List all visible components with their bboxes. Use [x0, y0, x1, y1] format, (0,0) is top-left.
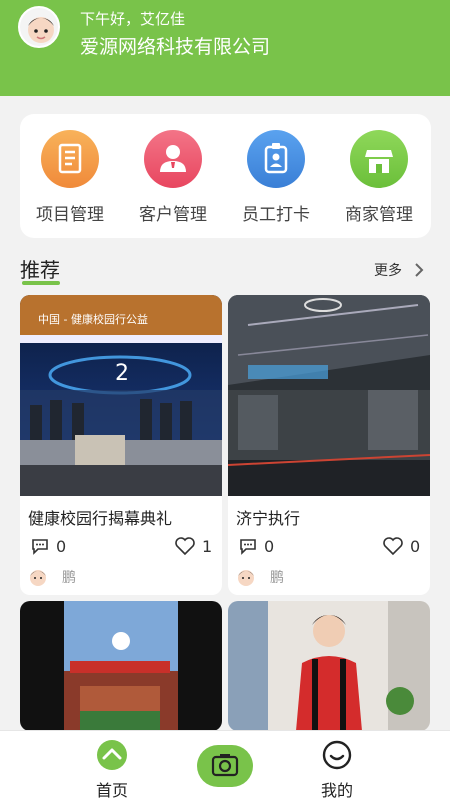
- post-card[interactable]: 2 中国 - 健康校园行公益 健康校园行揭幕典礼 0 1 鹏: [20, 295, 222, 595]
- heart-icon: [175, 537, 195, 556]
- quick-action-merchant[interactable]: 商家管理: [329, 130, 429, 225]
- recommend-underline: [22, 281, 60, 285]
- author-avatar: [26, 565, 50, 589]
- post-title: 济宁执行: [236, 509, 301, 528]
- store-icon: [350, 130, 408, 188]
- home-icon: [97, 740, 127, 770]
- document-icon: [41, 130, 99, 188]
- post-image[interactable]: [228, 601, 430, 731]
- bottom-nav: 首页 我的: [0, 730, 450, 800]
- quick-action-label: 员工打卡: [242, 205, 310, 225]
- smile-icon: [322, 740, 352, 770]
- comment-icon: [240, 539, 256, 555]
- like-count[interactable]: 1: [174, 535, 212, 557]
- nav-home-label: 首页: [95, 781, 128, 800]
- svg-text:2: 2: [115, 361, 129, 386]
- header-bar: 下午好，艾亿佳 爱源网络科技有限公司: [0, 0, 450, 96]
- person-icon: [144, 130, 202, 188]
- heart-icon: [383, 537, 403, 556]
- like-count[interactable]: 0: [382, 535, 420, 557]
- comment-icon: [32, 539, 48, 555]
- badge-icon: [247, 130, 305, 188]
- greeting-text: 下午好，艾亿佳: [80, 10, 186, 28]
- camera-button[interactable]: [197, 745, 253, 787]
- post-card[interactable]: [228, 601, 430, 731]
- nav-mine-label: 我的: [320, 781, 353, 800]
- post-image[interactable]: [20, 601, 222, 731]
- author-name: 鹏: [270, 570, 284, 586]
- quick-action-label: 客户管理: [139, 205, 207, 225]
- more-link[interactable]: 更多: [374, 260, 402, 280]
- post-image[interactable]: [228, 295, 430, 496]
- quick-actions-panel: 项目管理 客户管理 员工打卡 商家管理: [20, 114, 431, 238]
- post-title: 健康校园行揭幕典礼: [28, 509, 173, 528]
- image-banner-text: 中国 - 健康校园行公益: [38, 313, 148, 326]
- comment-count[interactable]: 0: [238, 535, 274, 557]
- quick-action-label: 项目管理: [36, 205, 104, 225]
- author-avatar: [234, 565, 258, 589]
- company-name: 爱源网络科技有限公司: [80, 36, 271, 58]
- post-card[interactable]: 济宁执行 0 0 鹏: [228, 295, 430, 595]
- chevron-right-icon[interactable]: [412, 262, 426, 278]
- post-card[interactable]: [20, 601, 222, 731]
- user-avatar[interactable]: [18, 6, 60, 48]
- recommend-heading: 推荐: [20, 258, 60, 282]
- quick-action-label: 商家管理: [345, 205, 413, 225]
- quick-action-project[interactable]: 项目管理: [20, 130, 120, 225]
- like-count-value: 0: [410, 536, 421, 556]
- nav-home[interactable]: 首页: [72, 739, 152, 800]
- comment-count-value: 0: [56, 536, 67, 556]
- quick-action-customer[interactable]: 客户管理: [123, 130, 223, 225]
- like-count-value: 1: [202, 536, 213, 556]
- author-name: 鹏: [62, 570, 76, 586]
- nav-mine[interactable]: 我的: [297, 739, 377, 800]
- camera-icon: [211, 754, 239, 777]
- comment-count-value: 0: [264, 536, 275, 556]
- quick-action-attendance[interactable]: 员工打卡: [226, 130, 326, 225]
- comment-count[interactable]: 0: [30, 535, 66, 557]
- post-image[interactable]: 2 中国 - 健康校园行公益: [20, 295, 222, 496]
